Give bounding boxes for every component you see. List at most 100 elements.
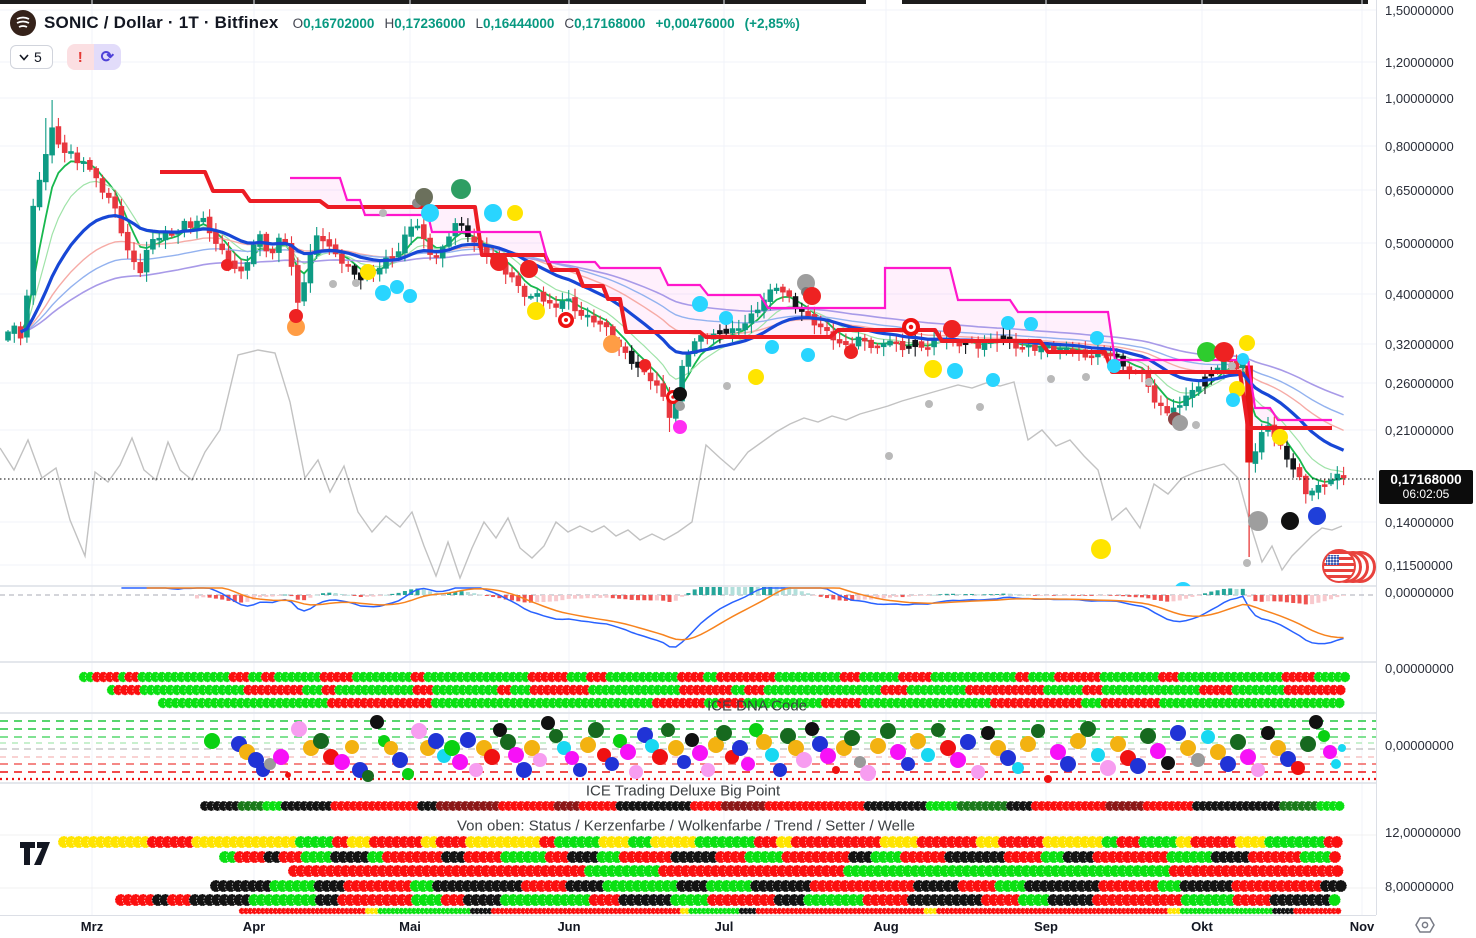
signal-dot	[748, 369, 764, 385]
month-label[interactable]: Aug	[873, 919, 898, 934]
signal-dot	[885, 452, 893, 460]
candle-body	[579, 310, 584, 315]
macd-hist-bar	[283, 595, 287, 596]
signal-dot	[947, 363, 963, 379]
macd-hist-bar	[1197, 595, 1201, 596]
symbol-title[interactable]: SONIC / Dollar · 1T · Bitfinex	[44, 13, 279, 33]
matrix-dot-row	[58, 836, 1343, 848]
dna-scatter-dot	[1044, 775, 1052, 783]
signal-dot	[1024, 317, 1038, 331]
macd-hist-bar	[1058, 595, 1062, 596]
month-label[interactable]: Okt	[1191, 919, 1213, 934]
price-label: 1,00000000	[1385, 91, 1454, 106]
signal-dot	[603, 335, 621, 353]
macd-hist-bar	[1260, 595, 1264, 602]
macd-hist-bar	[1140, 595, 1144, 597]
candle-body	[907, 346, 912, 348]
macd-hist-bar	[617, 595, 621, 599]
candle-body	[144, 250, 149, 271]
macd-hist-bar	[1253, 595, 1257, 601]
macd-hist-bar	[1109, 595, 1113, 596]
macd-hist-bar	[277, 595, 281, 596]
candle-body	[655, 381, 660, 385]
macd-hist-bar	[743, 585, 747, 595]
candles-dropdown[interactable]: 5	[10, 45, 53, 69]
price-axis[interactable]: 1,500000001,200000001,000000000,80000000…	[1376, 0, 1476, 915]
alert-icon[interactable]: !	[67, 44, 94, 70]
candle-body	[743, 324, 748, 330]
signal-dot	[1228, 362, 1236, 370]
macd-hist-bar	[1203, 593, 1207, 595]
dna-scatter-dot	[1201, 730, 1215, 744]
candle-body	[1329, 480, 1334, 484]
grid-layer	[0, 0, 1376, 915]
macd-hist-bar	[340, 594, 344, 595]
signal-dot	[673, 420, 687, 434]
candle-body	[737, 329, 742, 331]
macd-hist-bar	[1127, 595, 1131, 597]
tradingview-logo-icon[interactable]	[20, 842, 54, 873]
signal-dot	[1174, 582, 1192, 600]
month-label[interactable]: Nov	[1350, 919, 1375, 934]
macd-signal-line	[147, 588, 1344, 640]
candle-body	[277, 238, 282, 252]
signal-dot	[1107, 359, 1121, 373]
dna-scatter-dot	[960, 734, 976, 750]
signal-dot	[1082, 373, 1090, 381]
dna-scatter-dot	[428, 733, 444, 749]
month-label[interactable]: Mrz	[81, 919, 103, 934]
dna-scatter-dot	[860, 765, 876, 781]
dna-scatter-dot	[629, 765, 643, 779]
macd-hist-bar	[945, 594, 949, 595]
candle-body	[598, 321, 603, 324]
timezone-settings-icon[interactable]	[1414, 916, 1436, 938]
macd-hist-bar	[1020, 595, 1024, 596]
month-label[interactable]: Jul	[715, 919, 734, 934]
candle-body	[585, 315, 590, 317]
dna-scatter-dot	[1220, 756, 1236, 772]
dna-scatter-dot	[931, 723, 945, 737]
macd-hist-bar	[1342, 595, 1346, 596]
signal-dot	[1248, 511, 1268, 531]
dna-scatter-dot	[1031, 724, 1045, 738]
dna-scatter-dot	[805, 722, 819, 736]
macd-hist-bar	[510, 595, 514, 600]
refresh-icon[interactable]: ⟳	[94, 44, 121, 70]
dna-scatter-dot	[1130, 758, 1146, 774]
month-label[interactable]: Mai	[399, 919, 421, 934]
dna-scatter-dot	[910, 733, 926, 749]
macd-hist-bar	[327, 593, 331, 595]
month-label[interactable]: Apr	[243, 919, 265, 934]
macd-hist-bar	[201, 595, 205, 597]
chart-toolbar: 5 ! ⟳	[10, 44, 121, 70]
candle-body	[1026, 345, 1031, 347]
current-price-tag: 0,1716800006:02:05	[1379, 470, 1473, 504]
dna-scatter-dot	[1261, 726, 1275, 740]
macd-hist-bar	[1071, 595, 1075, 596]
candle-body	[195, 221, 200, 228]
dna-scatter-dot	[950, 752, 966, 768]
month-label[interactable]: Jun	[557, 919, 580, 934]
dna-scatter-dot	[1331, 759, 1341, 769]
macd-hist-bar	[951, 594, 955, 595]
chart-canvas[interactable]	[0, 0, 1376, 915]
candle-body	[894, 342, 899, 344]
macd-hist-bar	[1033, 595, 1037, 596]
signal-dot	[1239, 335, 1255, 351]
macd-hist-bar	[957, 594, 961, 595]
time-axis[interactable]: Mrz Apr Mai Jun Jul Aug Sep Okt Nov	[0, 915, 1376, 938]
dna-scatter-dot	[773, 763, 787, 777]
macd-hist-bar	[321, 593, 325, 595]
month-label[interactable]: Sep	[1034, 919, 1058, 934]
us-flag-badges	[1322, 549, 1374, 583]
price-label: 0,21000000	[1385, 423, 1454, 438]
candle-body	[976, 342, 981, 348]
macd-hist-bar	[825, 595, 829, 598]
signal-dot	[924, 360, 942, 378]
price-label: 0,65000000	[1385, 183, 1454, 198]
dna-scatter-dot	[981, 726, 995, 740]
close-label: C	[564, 16, 574, 31]
macd-hist-bar	[1247, 595, 1251, 597]
macd-hist-bar	[630, 595, 634, 600]
signal-dot	[1243, 559, 1251, 567]
